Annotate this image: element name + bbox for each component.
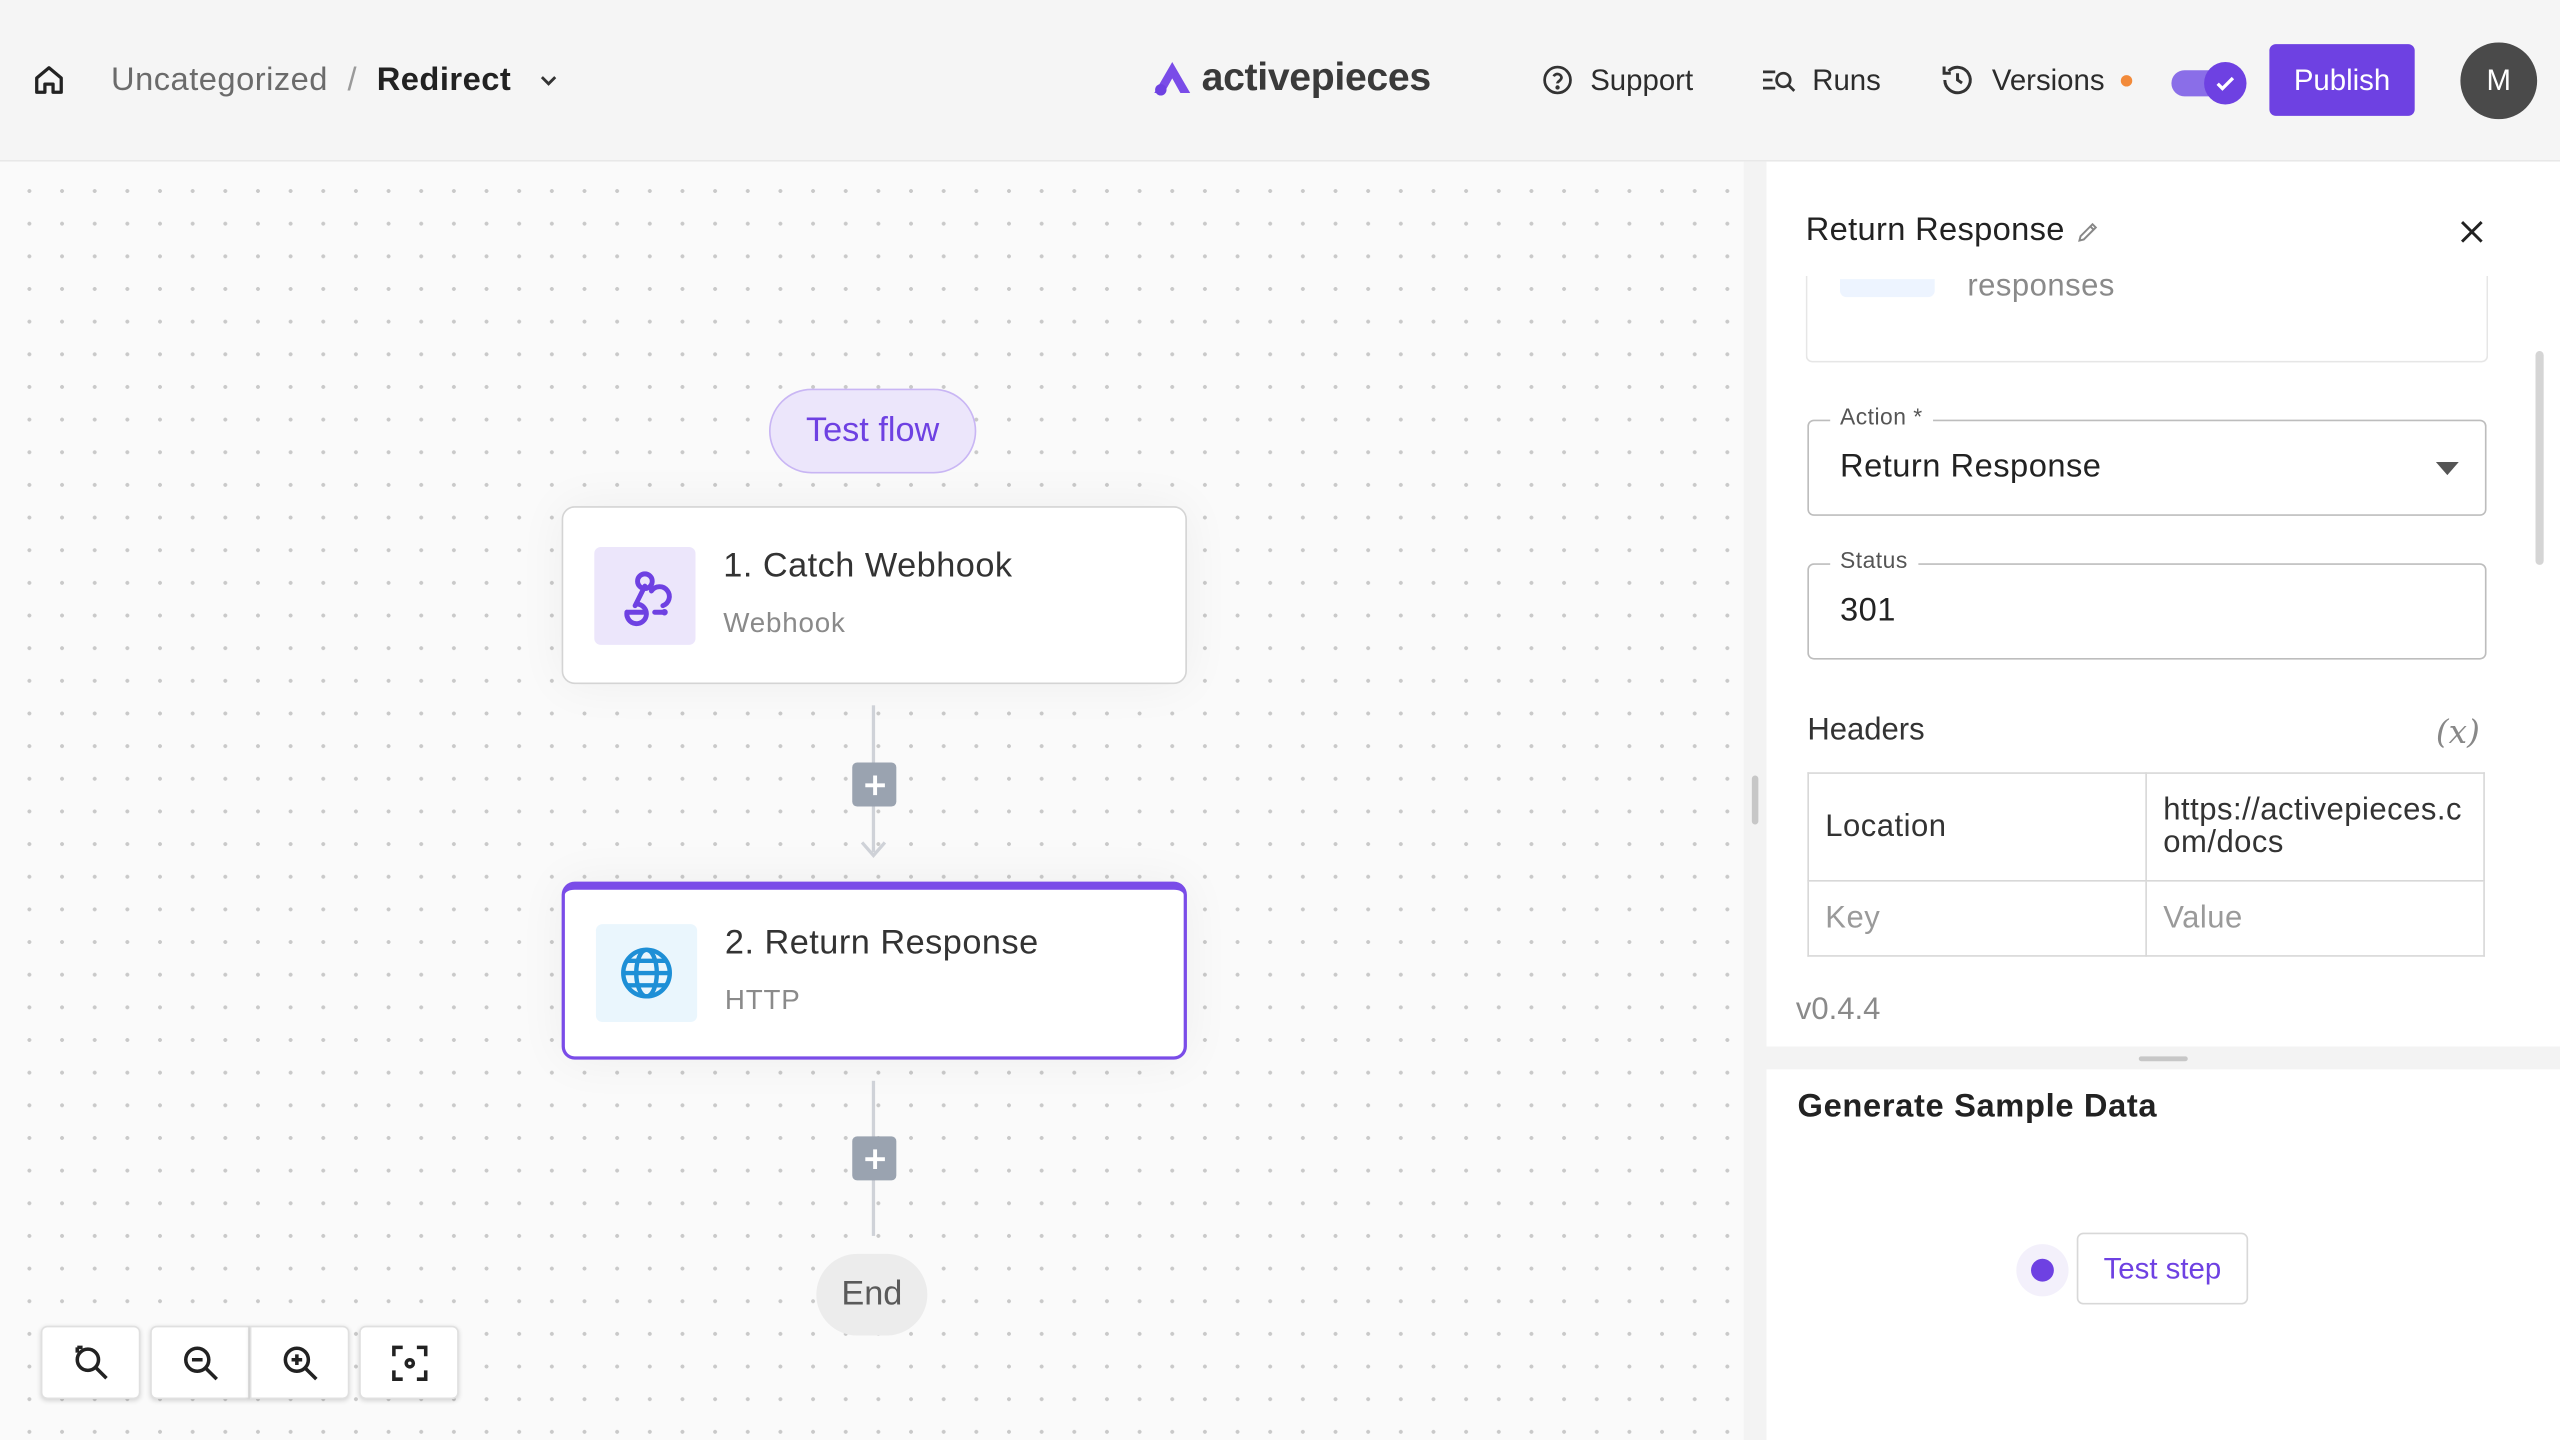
zoom-in-icon — [282, 1345, 317, 1380]
versions-button[interactable]: Versions — [1940, 56, 2133, 105]
close-icon — [2460, 221, 2483, 243]
table-row: Key Value — [1807, 879, 2485, 957]
help-circle-icon — [1543, 65, 1572, 95]
reset-zoom-button[interactable] — [40, 1325, 141, 1400]
versions-unsaved-dot — [2120, 74, 2133, 86]
table-row: Location https://activepieces.com/docs — [1807, 772, 2485, 882]
flow-name[interactable]: Redirect — [377, 61, 512, 99]
headers-label: Headers — [1807, 713, 1925, 748]
panel-title: Return Response — [1806, 212, 2101, 250]
caret-down-icon — [2435, 462, 2459, 476]
header-value-cell[interactable]: https://activepieces.com/docs — [2145, 772, 2485, 882]
zoom-controls — [40, 1325, 459, 1400]
user-avatar[interactable]: M — [2460, 42, 2538, 120]
add-step-button[interactable] — [852, 762, 897, 807]
top-header: Uncategorized / Redirect activepieces Su… — [0, 0, 2560, 162]
add-step-button[interactable] — [852, 1136, 897, 1181]
step-icon-container — [594, 546, 696, 645]
home-button[interactable] — [26, 57, 72, 103]
header-key-cell[interactable]: Location — [1807, 772, 2147, 882]
piece-version: v0.4.4 — [1795, 992, 1881, 1027]
status-label: Status — [1830, 546, 1918, 574]
step-title: 1. Catch Webhook — [723, 546, 1013, 585]
runs-list-icon — [1762, 70, 1796, 92]
step-subtitle: HTTP — [724, 984, 801, 1016]
logo-text: activepieces — [1201, 55, 1432, 100]
activepieces-logo: activepieces — [1153, 49, 1431, 108]
end-node: End — [816, 1253, 928, 1336]
plus-icon — [864, 1148, 885, 1169]
status-dot — [2031, 1258, 2054, 1282]
flow-canvas[interactable]: Test flow 1. Catch Webhook Webhook 2. Re… — [0, 161, 1744, 1440]
plus-icon — [864, 774, 885, 795]
versions-label: Versions — [1991, 62, 2105, 96]
split-grip[interactable] — [2138, 1056, 2188, 1062]
sample-data-title: Generate Sample Data — [1797, 1088, 2158, 1125]
status-field[interactable]: Status 301 — [1807, 546, 2487, 660]
piece-info-card: responses — [1805, 269, 2489, 363]
chevron-down-icon — [541, 76, 557, 86]
support-label: Support — [1590, 62, 1694, 96]
breadcrumb-folder[interactable]: Uncategorized — [111, 61, 328, 99]
test-status-indicator — [2016, 1244, 2069, 1297]
piece-description: responses — [1967, 269, 2115, 304]
new-key-input[interactable]: Key — [1807, 879, 2147, 957]
split-handle — [1766, 1046, 2560, 1070]
panel-scrollbar[interactable] — [2535, 351, 2544, 565]
headers-table: Location https://activepieces.com/docs K… — [1807, 772, 2485, 957]
fit-view-button[interactable] — [359, 1325, 459, 1400]
step-settings-panel: Return Response responses Action * Retur… — [1766, 161, 2560, 1047]
toggle-knob — [2204, 62, 2247, 105]
history-icon — [1942, 65, 1972, 95]
new-value-input[interactable]: Value — [2145, 879, 2485, 957]
flow-enabled-toggle[interactable] — [2171, 62, 2247, 105]
reset-zoom-icon — [74, 1344, 107, 1379]
zoom-in-button[interactable] — [249, 1325, 350, 1400]
check-icon — [2216, 76, 2235, 91]
publish-button[interactable]: Publish — [2269, 44, 2415, 116]
sample-data-panel: Generate Sample Data Test step — [1766, 1069, 2560, 1440]
support-button[interactable]: Support — [1541, 56, 1693, 105]
test-flow-button[interactable]: Test flow — [768, 388, 977, 474]
step-card-catch-webhook[interactable]: 1. Catch Webhook Webhook — [561, 506, 1187, 685]
piece-logo — [1839, 279, 1935, 298]
status-value[interactable]: 301 — [1840, 593, 1896, 631]
close-panel-button[interactable] — [2456, 216, 2489, 249]
arrow-down-icon — [860, 841, 887, 858]
action-value: Return Response — [1839, 448, 2102, 485]
globe-icon — [621, 947, 672, 999]
zoom-out-button[interactable] — [150, 1325, 250, 1400]
test-step-button[interactable]: Test step — [2076, 1232, 2249, 1305]
step-icon-container — [595, 924, 698, 1023]
action-label: Action * — [1830, 403, 1933, 430]
activepieces-logo-icon — [1154, 62, 1191, 96]
step-subtitle: Webhook — [723, 607, 846, 639]
pencil-icon[interactable] — [2075, 218, 2101, 244]
home-icon — [35, 66, 63, 94]
action-select[interactable]: Action * Return Response — [1807, 403, 2487, 516]
runs-button[interactable]: Runs — [1760, 56, 1881, 105]
panel-resize-handle[interactable] — [1751, 775, 1759, 825]
step-title: 2. Return Response — [724, 924, 1039, 962]
flow-menu-button[interactable] — [537, 69, 560, 92]
panel-title-text[interactable]: Return Response — [1806, 212, 2065, 250]
zoom-out-icon — [183, 1345, 218, 1380]
breadcrumb-separator: / — [347, 61, 358, 98]
step-card-return-response[interactable]: 2. Return Response HTTP — [561, 881, 1187, 1060]
dynamic-value-toggle[interactable]: (x) — [2436, 712, 2480, 751]
breadcrumb: Uncategorized / Redirect — [111, 56, 560, 105]
fit-view-icon — [391, 1344, 427, 1381]
webhook-icon — [624, 571, 672, 627]
runs-label: Runs — [1812, 62, 1881, 96]
